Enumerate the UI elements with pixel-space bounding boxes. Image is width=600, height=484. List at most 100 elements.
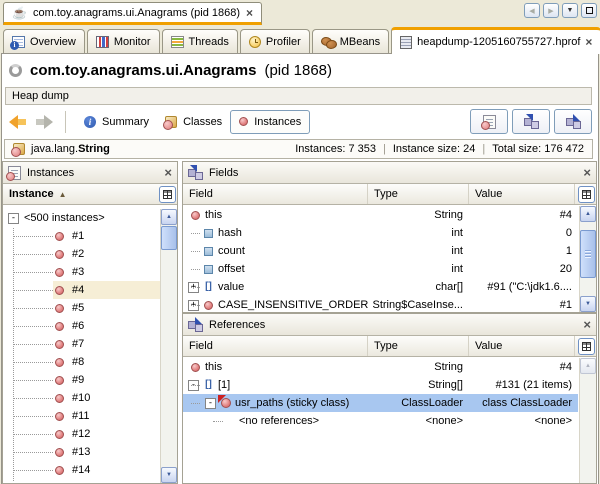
forward-arrow-icon[interactable] bbox=[34, 115, 53, 129]
fields-view-icon bbox=[524, 115, 539, 129]
expander-icon[interactable]: - bbox=[205, 398, 216, 409]
instance-row[interactable]: #11 bbox=[3, 407, 160, 425]
instance-row[interactable]: #8 bbox=[3, 353, 160, 371]
grid-icon bbox=[163, 190, 172, 199]
fields-view-button[interactable] bbox=[512, 109, 550, 134]
back-arrow-icon[interactable] bbox=[9, 115, 28, 129]
tab[interactable]: Monitor bbox=[87, 29, 160, 53]
column-chooser-button[interactable] bbox=[159, 186, 176, 203]
collapse-expander-icon[interactable]: - bbox=[8, 213, 19, 224]
table-row[interactable]: offset int 20 bbox=[183, 260, 578, 278]
table-row[interactable]: - [1] String[] #131 (21 items) bbox=[183, 376, 578, 394]
classes-button[interactable]: Classes bbox=[157, 110, 230, 134]
table-row[interactable]: + value char[] #91 ("C:\jdk1.6.... bbox=[183, 278, 578, 296]
tab-label: Overview bbox=[30, 36, 76, 48]
references-panel: References × Field Type Value this Strin… bbox=[182, 313, 597, 484]
column-chooser-button[interactable] bbox=[578, 186, 595, 203]
scroll-tabs-left-button[interactable]: ◀ bbox=[524, 3, 540, 18]
value-column-label[interactable]: Value bbox=[469, 184, 575, 204]
field-column-label[interactable]: Field bbox=[183, 184, 368, 204]
close-icon[interactable]: × bbox=[583, 319, 591, 330]
table-row[interactable]: - usr_paths (sticky class) ClassLoader c… bbox=[183, 394, 578, 412]
instance-row[interactable]: #6 bbox=[3, 317, 160, 335]
tab[interactable]: Profiler bbox=[240, 29, 310, 53]
instance-row[interactable]: #14 bbox=[3, 461, 160, 479]
scrollbar-thumb[interactable] bbox=[161, 226, 177, 250]
instances-panel-icon bbox=[8, 166, 21, 180]
instances-column-header[interactable]: Instance ▲ bbox=[3, 184, 177, 205]
column-chooser-button[interactable] bbox=[578, 338, 595, 355]
type-value: ClassLoader bbox=[368, 397, 469, 409]
fields-panel-header: Fields × bbox=[183, 162, 596, 184]
table-row[interactable]: this String #4 bbox=[183, 358, 578, 376]
close-icon[interactable]: × bbox=[164, 167, 172, 178]
type-column-label[interactable]: Type bbox=[368, 336, 469, 356]
scroll-up-icon[interactable]: ▲ bbox=[580, 358, 596, 374]
field-name: this bbox=[205, 209, 222, 221]
instance-row[interactable]: #4 bbox=[3, 281, 160, 299]
tab-label: heapdump-1205160755727.hprof bbox=[417, 36, 580, 48]
tab[interactable]: MBeans bbox=[312, 29, 389, 53]
table-row[interactable]: this String #4 bbox=[183, 206, 578, 224]
instance-row[interactable]: #3 bbox=[3, 263, 160, 281]
tab[interactable]: Threads bbox=[162, 29, 238, 53]
summary-label: Summary bbox=[102, 116, 149, 128]
instance-row[interactable]: #10 bbox=[3, 389, 160, 407]
fields-scrollbar[interactable]: ▲ ▼ bbox=[579, 206, 596, 312]
type-value: char[] bbox=[368, 281, 469, 293]
table-row[interactable]: hash int 0 bbox=[183, 224, 578, 242]
instances-scrollbar[interactable]: ▲ ▼ bbox=[160, 209, 177, 483]
close-icon[interactable]: × bbox=[585, 37, 592, 47]
value-value: <none> bbox=[469, 415, 578, 427]
instance-row[interactable]: #15 bbox=[3, 479, 160, 483]
references-column-header[interactable]: Field Type Value bbox=[183, 336, 596, 357]
instance-row[interactable]: #13 bbox=[3, 443, 160, 461]
instance-row[interactable]: #2 bbox=[3, 245, 160, 263]
type-column-label[interactable]: Type bbox=[368, 184, 469, 204]
instance-row[interactable]: #12 bbox=[3, 425, 160, 443]
instance-label: #10 bbox=[72, 392, 90, 404]
instance-icon bbox=[55, 376, 64, 385]
instance-row[interactable]: #7 bbox=[3, 335, 160, 353]
scroll-up-icon[interactable]: ▲ bbox=[161, 209, 177, 225]
expander-icon[interactable]: + bbox=[188, 282, 199, 293]
expander-icon[interactable]: + bbox=[188, 300, 199, 311]
scrollbar-thumb[interactable] bbox=[580, 230, 596, 278]
type-value: int bbox=[368, 227, 469, 239]
close-icon[interactable]: × bbox=[246, 8, 253, 18]
tab[interactable]: Overview bbox=[3, 29, 85, 53]
monitor-icon bbox=[96, 36, 109, 48]
instances-root-node[interactable]: - <500 instances> bbox=[3, 209, 105, 227]
table-row[interactable]: count int 1 bbox=[183, 242, 578, 260]
expander-icon[interactable]: - bbox=[188, 380, 199, 391]
scroll-down-icon[interactable]: ▼ bbox=[580, 296, 596, 312]
threads-icon bbox=[171, 36, 184, 48]
application-tab[interactable]: ☕ com.toy.anagrams.ui.Anagrams (pid 1868… bbox=[3, 2, 262, 25]
tab[interactable]: heapdump-1205160755727.hprof × bbox=[391, 27, 600, 54]
table-row[interactable]: <no references> <none> <none> bbox=[183, 412, 578, 430]
class-name: java.lang.String bbox=[31, 143, 110, 155]
references-scrollbar[interactable]: ▲ bbox=[579, 358, 596, 483]
instance-label: #7 bbox=[72, 338, 84, 350]
field-column-label[interactable]: Field bbox=[183, 336, 368, 356]
instance-icon bbox=[239, 117, 248, 126]
references-panel-icon bbox=[188, 318, 203, 332]
instances-view-button[interactable] bbox=[470, 109, 508, 134]
instance-row[interactable]: #1 bbox=[3, 227, 160, 245]
value-column-label[interactable]: Value bbox=[469, 336, 575, 356]
scroll-up-icon[interactable]: ▲ bbox=[580, 206, 596, 222]
close-icon[interactable]: × bbox=[583, 167, 591, 178]
tab-list-dropdown-button[interactable]: ▼ bbox=[562, 3, 578, 18]
tree-connector bbox=[13, 470, 53, 471]
instances-button[interactable]: Instances bbox=[230, 110, 310, 134]
instance-row[interactable]: #9 bbox=[3, 371, 160, 389]
summary-button[interactable]: i Summary bbox=[76, 110, 157, 134]
references-view-button[interactable] bbox=[554, 109, 592, 134]
maximize-button[interactable] bbox=[581, 3, 597, 18]
application-pid: (pid 1868) bbox=[264, 62, 332, 79]
fields-column-header[interactable]: Field Type Value bbox=[183, 184, 596, 205]
instance-row[interactable]: #5 bbox=[3, 299, 160, 317]
scroll-tabs-right-button[interactable]: ▶ bbox=[543, 3, 559, 18]
table-row[interactable]: + CASE_INSENSITIVE_ORDER String$CaseInse… bbox=[183, 296, 578, 312]
scroll-down-icon[interactable]: ▼ bbox=[161, 467, 177, 483]
